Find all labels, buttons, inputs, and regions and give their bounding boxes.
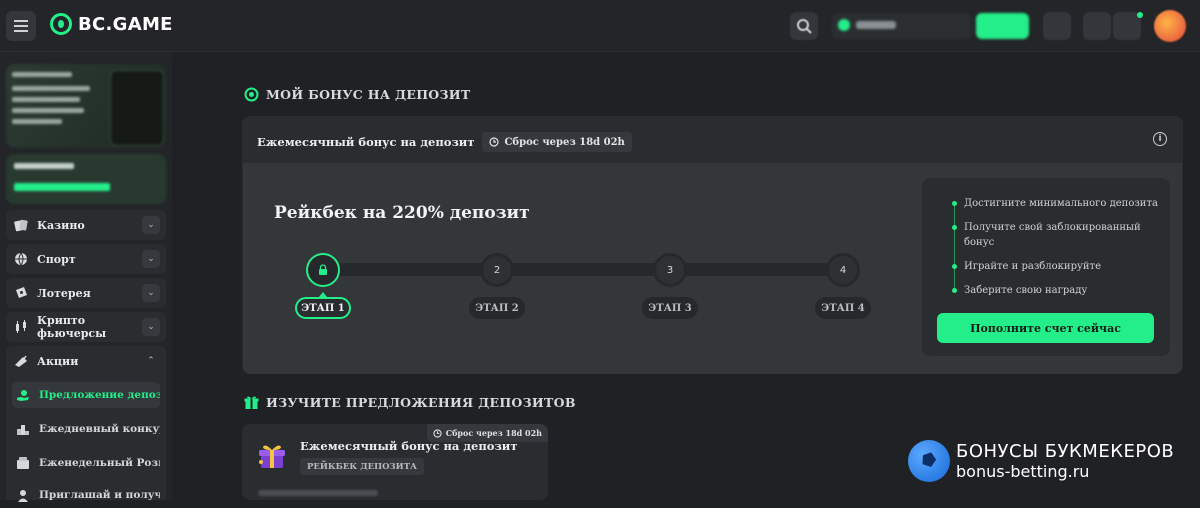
chevron-down-icon[interactable]: ⌄ bbox=[142, 284, 160, 302]
reset-timer-badge: Сброс через 18d 02h bbox=[482, 132, 632, 152]
sidebar-item-label: Спорт bbox=[37, 252, 76, 266]
lottery-icon bbox=[16, 456, 30, 470]
progress-track bbox=[323, 263, 843, 276]
podium-icon bbox=[16, 422, 30, 436]
explore-offers-section-title: ИЗУЧИТЕ ПРЕДЛОЖЕНИЯ ДЕПОЗИТОВ bbox=[244, 395, 576, 410]
sidebar-bc-token-card[interactable] bbox=[6, 154, 166, 204]
step-3-marker: 3 bbox=[653, 253, 687, 287]
step-2-label: ЭТАП 2 bbox=[469, 297, 525, 319]
sidebar-subitem-deposit-offer[interactable]: Предложение депозита bbox=[12, 382, 160, 408]
info-icon[interactable]: i bbox=[1153, 132, 1167, 146]
wallet-button[interactable] bbox=[1043, 12, 1071, 40]
target-icon bbox=[244, 87, 259, 102]
step-2-marker: 2 bbox=[480, 253, 514, 287]
my-bonus-section-title: МОЙ БОНУС НА ДЕПОЗИТ bbox=[244, 87, 471, 102]
how-it-works-panel: Достигните минимального депозита Получит… bbox=[922, 178, 1170, 356]
deposit-button[interactable] bbox=[976, 13, 1029, 39]
sidebar-item-casino[interactable]: Казино ⌄ bbox=[6, 210, 166, 240]
candles-icon bbox=[14, 320, 28, 334]
coin-icon bbox=[838, 19, 850, 31]
sidebar-promo-banner[interactable] bbox=[6, 64, 166, 148]
clock-icon bbox=[433, 428, 442, 438]
sidebar-subitem-weekly-raffle[interactable]: Еженедельный Розыгры bbox=[12, 450, 160, 476]
offer-reset-badge: Сброс через 18d 02h bbox=[426, 424, 548, 442]
clock-icon bbox=[489, 137, 500, 147]
checklist-item: Достигните минимального депозита bbox=[952, 196, 1162, 211]
chevron-down-icon[interactable]: ⌄ bbox=[142, 250, 160, 268]
sidebar-item-promotions[interactable]: Акции ⌃ bbox=[6, 346, 166, 376]
logo-text: BC.GAME bbox=[78, 13, 173, 35]
sidebar-subitem-label: Ежедневный конкурс bbox=[39, 423, 160, 435]
hand-coin-icon bbox=[16, 388, 30, 402]
sidebar-subitem-label: Еженедельный Розыгры bbox=[39, 457, 160, 469]
bonus-progress-panel: Рейкбек на 220% депозит 2 3 4 ЭТАП 1 ЭТА… bbox=[243, 163, 1182, 374]
sidebar: Казино ⌄ Спорт ⌄ Лотерея ⌄ Крипто фьючер… bbox=[0, 52, 172, 502]
gift-icon bbox=[244, 396, 259, 409]
sidebar-subitem-invite[interactable]: Приглашай и получай bbox=[12, 482, 160, 508]
logo[interactable]: BC.GAME bbox=[50, 13, 173, 35]
checklist-item: Получите свой заблокированный бонус bbox=[952, 220, 1162, 250]
watermark-line2: bonus-betting.ru bbox=[956, 462, 1090, 481]
notification-dot bbox=[1137, 12, 1143, 18]
chevron-up-icon[interactable]: ⌃ bbox=[142, 352, 160, 370]
promo-icon bbox=[14, 354, 28, 368]
step-3-label: ЭТАП 3 bbox=[642, 297, 698, 319]
step-1-marker bbox=[306, 253, 340, 287]
balance-selector[interactable] bbox=[832, 13, 972, 39]
bc-logo-icon bbox=[50, 13, 72, 35]
checklist-item: Играйте и разблокируйте bbox=[952, 259, 1162, 274]
checklist-item: Заберите свою награду bbox=[952, 283, 1162, 298]
rakeback-title: Рейкбек на 220% депозит bbox=[274, 203, 530, 223]
soccer-ball-icon bbox=[908, 440, 950, 482]
balance-value bbox=[856, 21, 896, 29]
top-bar: BC.GAME bbox=[0, 0, 1200, 52]
gift-box-icon bbox=[259, 445, 285, 468]
chat-button[interactable] bbox=[1083, 12, 1111, 40]
menu-icon bbox=[14, 20, 28, 32]
sidebar-subitem-daily-contest[interactable]: Ежедневный конкурс bbox=[12, 416, 160, 442]
sidebar-item-sport[interactable]: Спорт ⌄ bbox=[6, 244, 166, 274]
avatar[interactable] bbox=[1154, 10, 1186, 42]
search-button[interactable] bbox=[790, 12, 818, 40]
sidebar-item-label: Акции bbox=[37, 354, 79, 368]
step-4-label: ЭТАП 4 bbox=[815, 297, 871, 319]
top-up-now-button[interactable]: Пополните счет сейчас bbox=[937, 313, 1154, 343]
search-icon bbox=[797, 19, 812, 34]
sidebar-subitem-label: Предложение депозита bbox=[39, 389, 160, 401]
hamburger-menu-button[interactable] bbox=[6, 11, 36, 41]
phone-image bbox=[110, 70, 164, 146]
offer-card[interactable]: Ежемесячный бонус на депозит РЕЙКБЕК ДЕП… bbox=[242, 424, 548, 500]
sidebar-item-lottery[interactable]: Лотерея ⌄ bbox=[6, 278, 166, 308]
checklist: Достигните минимального депозита Получит… bbox=[952, 196, 1162, 307]
watermark-line1: БОНУСЫ БУКМЕКЕРОВ bbox=[956, 441, 1175, 462]
sidebar-item-crypto-futures[interactable]: Крипто фьючерсы ⌄ bbox=[6, 312, 166, 342]
offer-card-tag: РЕЙКБЕК ДЕПОЗИТА bbox=[300, 458, 424, 475]
sidebar-promotions-group: Акции ⌃ Предложение депозита Ежедневный … bbox=[6, 346, 166, 502]
chevron-down-icon[interactable]: ⌄ bbox=[142, 216, 160, 234]
ticket-icon bbox=[14, 286, 28, 300]
ball-icon bbox=[14, 252, 28, 266]
deposit-bonus-card: Ежемесячный бонус на депозит Сброс через… bbox=[242, 116, 1183, 374]
watermark: БОНУСЫ БУКМЕКЕРОВ bonus-betting.ru bbox=[908, 440, 1174, 482]
sidebar-item-label: Казино bbox=[37, 218, 85, 232]
lock-icon bbox=[319, 264, 327, 275]
chevron-down-icon[interactable]: ⌄ bbox=[142, 318, 160, 336]
sidebar-item-label: Крипто фьючерсы bbox=[37, 314, 107, 340]
bonus-card-title: Ежемесячный бонус на депозит bbox=[257, 135, 475, 149]
sidebar-subitem-label: Приглашай и получай bbox=[39, 489, 160, 501]
sidebar-item-label: Лотерея bbox=[37, 286, 91, 300]
step-1-label: ЭТАП 1 bbox=[295, 297, 351, 319]
cards-icon bbox=[14, 218, 28, 232]
step-4-marker: 4 bbox=[826, 253, 860, 287]
